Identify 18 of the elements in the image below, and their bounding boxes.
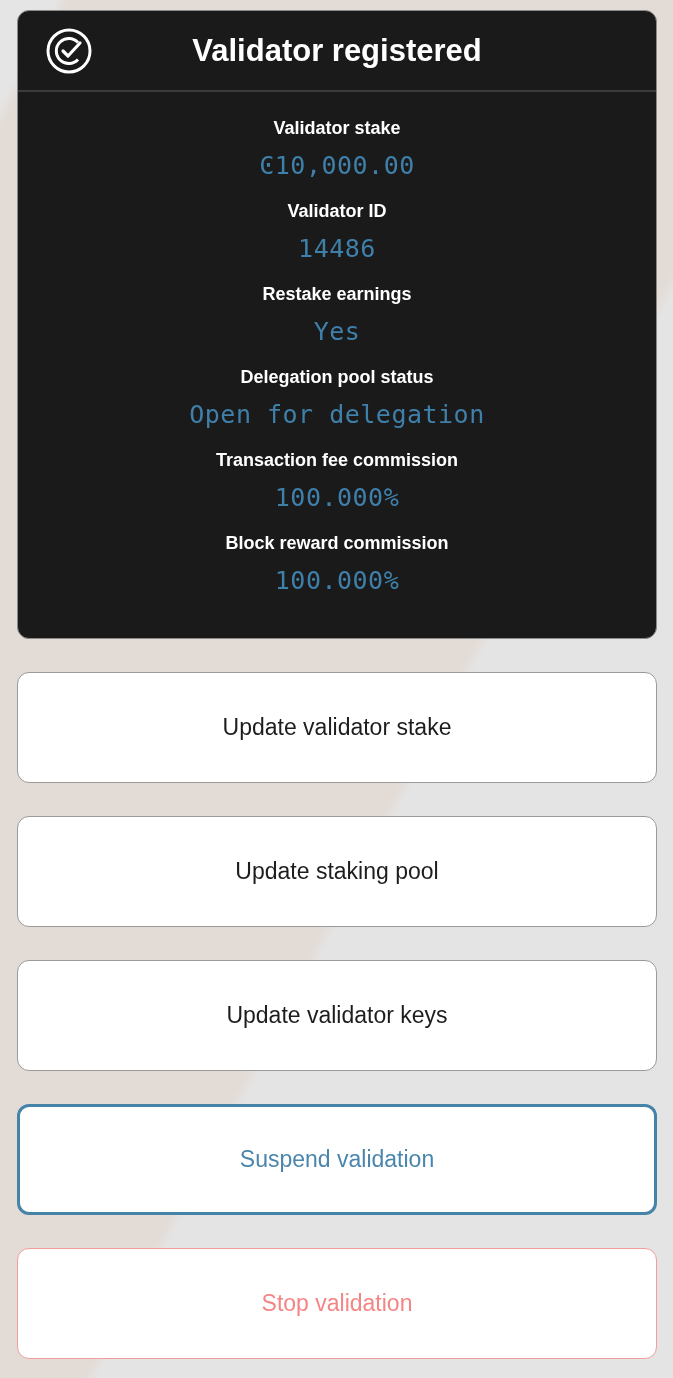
detail-label: Delegation pool status bbox=[240, 366, 434, 389]
detail-label: Validator ID bbox=[287, 200, 387, 223]
detail-value: Yes bbox=[313, 316, 361, 348]
check-circle-icon bbox=[46, 28, 92, 74]
action-button[interactable]: Update validator stake bbox=[17, 672, 657, 783]
detail-label: Restake earnings bbox=[262, 283, 412, 306]
detail-label: Validator stake bbox=[273, 117, 401, 140]
detail-value: 14486 bbox=[298, 233, 376, 265]
action-button[interactable]: Suspend validation bbox=[17, 1104, 657, 1215]
detail-value: 100.000% bbox=[274, 482, 400, 514]
action-button[interactable]: Update validator keys bbox=[17, 960, 657, 1071]
action-button[interactable]: Update staking pool bbox=[17, 816, 657, 927]
detail-value: Ͼ10,000.00 bbox=[259, 150, 415, 182]
detail-label: Block reward commission bbox=[225, 532, 449, 555]
detail-label: Transaction fee commission bbox=[215, 449, 459, 472]
card-title: Validator registered bbox=[192, 31, 482, 70]
detail-value: 100.000% bbox=[274, 565, 400, 597]
detail-value: Open for delegation bbox=[189, 399, 485, 431]
